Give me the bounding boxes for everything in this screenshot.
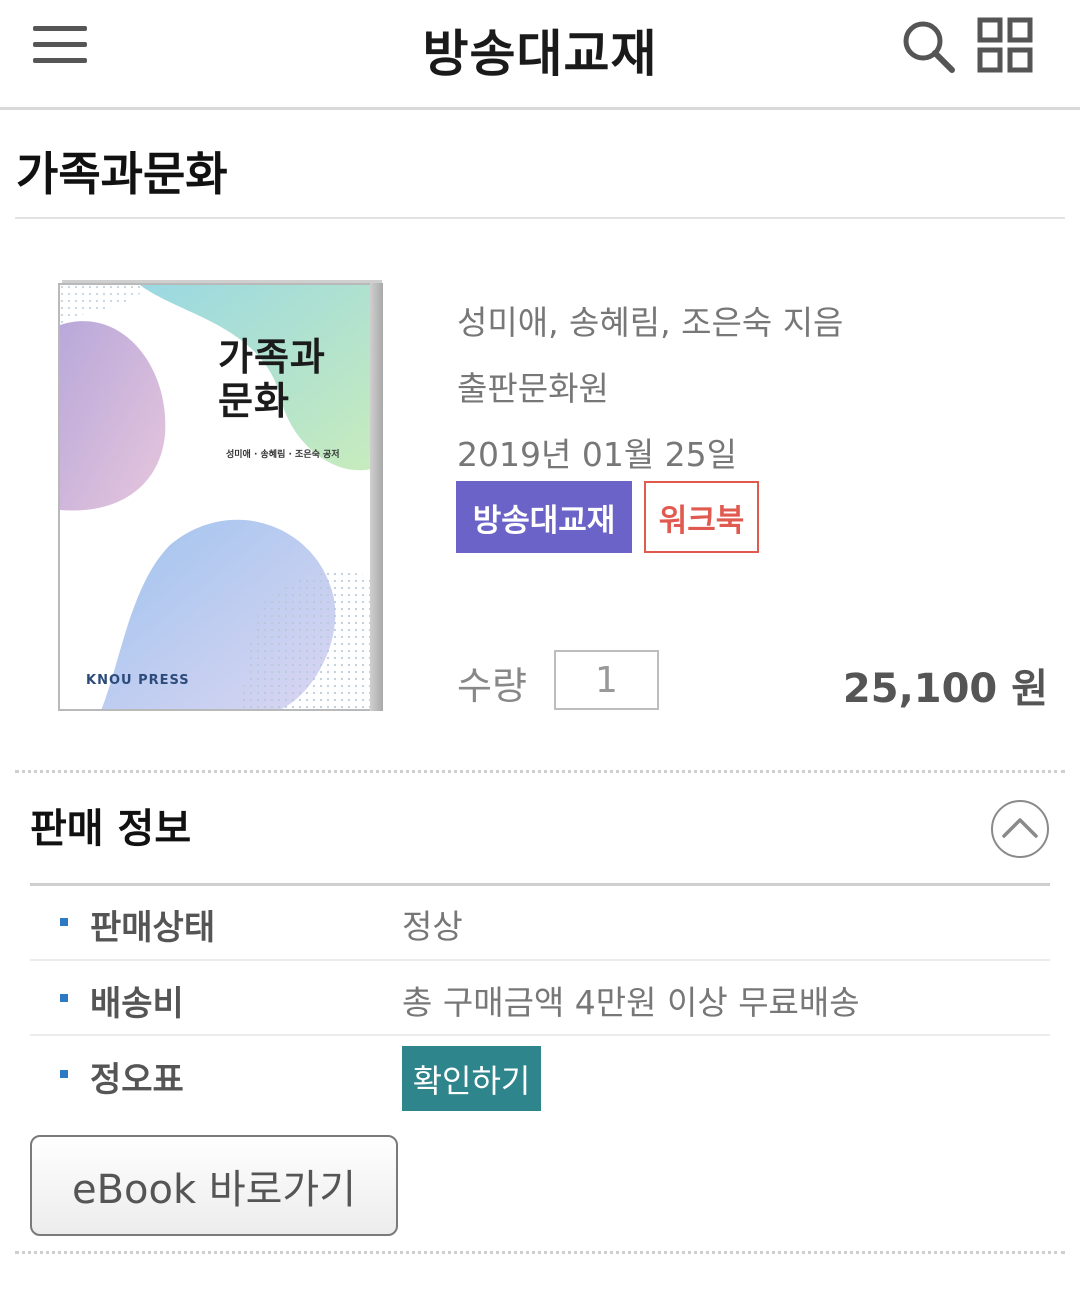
divider (15, 217, 1065, 219)
errata-label: 정오표 (90, 1060, 184, 1100)
grid-icon[interactable] (976, 16, 1034, 74)
divider (30, 883, 1050, 886)
quantity-input[interactable] (554, 650, 659, 710)
ebook-button[interactable]: eBook 바로가기 (30, 1135, 398, 1236)
chevron-up-icon (1002, 818, 1038, 838)
book-cover-spine (370, 283, 383, 711)
book-publisher: 출판문화원 (457, 369, 609, 408)
price: 25,100 원 (842, 666, 1048, 712)
collapse-button[interactable] (991, 800, 1049, 858)
bullet-icon (60, 918, 68, 926)
bullet-icon (60, 1070, 68, 1078)
cover-publisher-logo: KNOU PRESS (86, 673, 190, 688)
divider (15, 1251, 1065, 1254)
cover-authors: 성미애 · 송혜림 · 조은숙 공저 (226, 450, 340, 460)
book-cover-image: 가족과 문화 성미애 · 송혜림 · 조은숙 공저 KNOU PRESS (58, 283, 382, 711)
divider (30, 959, 1050, 961)
errata-confirm-button[interactable]: 확인하기 (402, 1046, 541, 1111)
shipping-fee-label: 배송비 (90, 984, 184, 1024)
badge-textbook: 방송대교재 (456, 481, 632, 553)
shipping-fee-value: 총 구매금액 4만원 이상 무료배송 (402, 983, 860, 1022)
cover-title: 가족과 문화 (218, 335, 326, 423)
badge-workbook: 워크북 (644, 481, 759, 553)
book-authors: 성미애, 송혜림, 조은숙 지음 (457, 303, 844, 342)
page-title: 가족과문화 (16, 147, 228, 201)
publication-date: 2019년 01월 25일 (457, 435, 738, 474)
sales-status-label: 판매상태 (90, 908, 216, 948)
divider (15, 770, 1065, 773)
bullet-icon (60, 994, 68, 1002)
sales-status-value: 정상 (402, 907, 463, 946)
app-header: 방송대교재 (0, 0, 1080, 110)
section-title-sales-info: 판매 정보 (30, 806, 192, 852)
search-icon[interactable] (900, 18, 956, 74)
quantity-label: 수량 (457, 664, 527, 708)
divider (30, 1034, 1050, 1036)
